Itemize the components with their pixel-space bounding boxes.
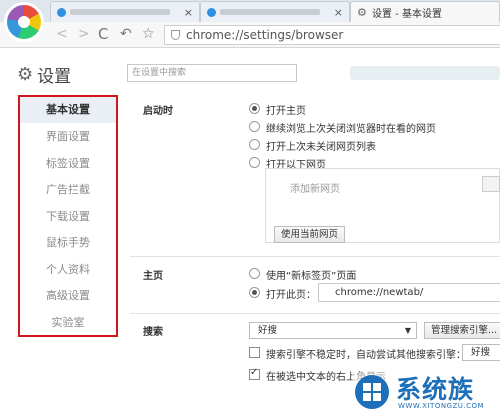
add-page-placeholder[interactable]: 添加新网页: [290, 180, 340, 195]
search-fallback-select[interactable]: 好搜: [462, 344, 500, 361]
shield-icon: [171, 30, 180, 40]
tab-favicon: [57, 7, 66, 17]
sidebar-item-download[interactable]: 下载设置: [20, 204, 116, 230]
search-fallback-checkbox[interactable]: [249, 347, 260, 358]
star-icon[interactable]: ☆: [142, 26, 155, 42]
search-fallback-label: 搜索引擎不稳定时，自动尝试其他搜索引擎：: [266, 350, 466, 361]
settings-sidebar: 基本设置 界面设置 标签设置 广告拦截 下载设置 鼠标手势 个人资料 高级设置 …: [18, 95, 118, 337]
sidebar-item-gestures[interactable]: 鼠标手势: [20, 230, 116, 256]
chevron-down-icon: ▼: [404, 326, 411, 335]
search-engine-value: 好搜: [258, 325, 278, 336]
sidebar-item-profile[interactable]: 个人资料: [20, 257, 116, 283]
startup-radio-homepage[interactable]: [249, 103, 260, 114]
tab-title-blurred: [70, 9, 170, 15]
watermark-title: 系统族: [396, 375, 475, 404]
homepage-option-label: 打开此页：: [266, 290, 316, 301]
homepage-option-label: 使用“新标签页”页面: [266, 271, 357, 282]
page-title-text: 设置: [37, 67, 72, 87]
reload-icon[interactable]: C: [98, 26, 108, 42]
search-section-label: 搜索: [143, 327, 163, 338]
page-title: ⚙ 设置: [17, 62, 71, 87]
back-arrow-icon[interactable]: <: [56, 26, 68, 42]
section-divider: [130, 256, 500, 257]
startup-option-label: 打开上次未关闭网页列表: [266, 142, 376, 153]
windows-logo-icon: [355, 375, 389, 409]
homepage-radio-open-page[interactable]: [249, 287, 260, 298]
close-icon[interactable]: ×: [334, 6, 343, 19]
tab-strip: × × ⚙ 设置 - 基本设置: [0, 0, 500, 22]
sidebar-item-tabs[interactable]: 标签设置: [20, 151, 116, 177]
toolbar: < > C ↶ ☆ chrome://settings/browser: [0, 22, 500, 48]
forward-arrow-icon[interactable]: >: [78, 26, 90, 42]
startup-radio-open-pages[interactable]: [249, 157, 260, 168]
sidebar-item-lab[interactable]: 实验室: [20, 310, 116, 336]
tab-2[interactable]: ×: [200, 1, 350, 22]
settings-search-input[interactable]: [127, 64, 297, 82]
gear-icon: ⚙: [17, 64, 34, 85]
watermark-subtitle: WWW.XITONGZU.COM: [398, 402, 485, 410]
tab-favicon: [207, 7, 216, 17]
homepage-radio-new-tab[interactable]: [249, 268, 260, 279]
startup-section-label: 启动时: [143, 106, 173, 117]
sidebar-item-adblock[interactable]: 广告拦截: [20, 177, 116, 203]
sidebar-item-basic[interactable]: 基本设置: [20, 97, 116, 123]
search-fallback-value: 好搜: [471, 347, 491, 358]
startup-option-label: 继续浏览上次关闭浏览器时在看的网页: [266, 124, 436, 135]
tab-1[interactable]: ×: [50, 1, 200, 22]
selected-text-checkbox[interactable]: [249, 367, 260, 380]
sidebar-item-advanced[interactable]: 高级设置: [20, 283, 116, 309]
homepage-section-label: 主页: [143, 271, 163, 282]
address-url: chrome://settings/browser: [186, 28, 344, 42]
undo-icon[interactable]: ↶: [120, 26, 132, 42]
list-item-control[interactable]: [482, 176, 500, 192]
manage-search-engines-button[interactable]: 管理搜索引擎...: [424, 322, 500, 339]
address-bar[interactable]: chrome://settings/browser: [164, 25, 500, 45]
close-icon[interactable]: ×: [184, 6, 193, 19]
tab-title: 设置 - 基本设置: [372, 8, 442, 20]
browser-logo: [4, 2, 44, 42]
search-engine-select[interactable]: 好搜 ▼: [249, 322, 417, 339]
gear-icon: ⚙: [357, 5, 367, 19]
homepage-url-input[interactable]: chrome://newtab/: [318, 283, 500, 302]
startup-radio-continue[interactable]: [249, 121, 260, 132]
sidebar-item-interface[interactable]: 界面设置: [20, 124, 116, 150]
startup-radio-unclosed-list[interactable]: [249, 139, 260, 150]
blurred-region: [350, 66, 500, 80]
section-divider: [130, 313, 500, 314]
tab-title-blurred: [220, 9, 320, 15]
tab-settings[interactable]: ⚙ 设置 - 基本设置: [350, 1, 500, 22]
startup-option-label: 打开主页: [266, 106, 306, 117]
use-current-pages-button[interactable]: 使用当前网页: [274, 226, 346, 243]
